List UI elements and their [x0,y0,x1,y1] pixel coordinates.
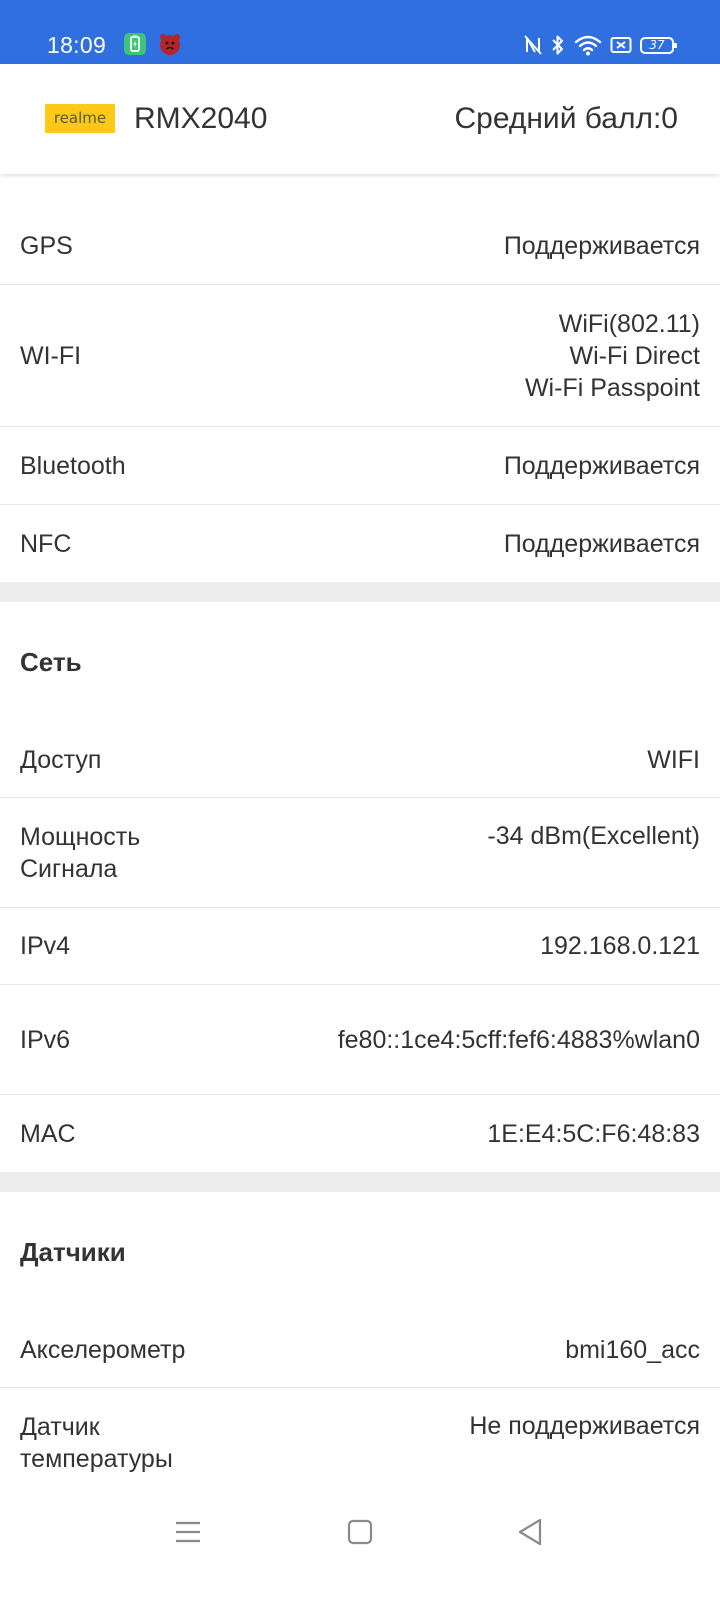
navigation-bar [0,1492,720,1600]
battery-level: 37 [649,37,665,52]
row-gps: GPS Поддерживается [0,208,720,285]
back-button[interactable] [508,1510,552,1554]
row-label: Акселерометр [20,1335,186,1364]
home-icon [347,1519,373,1545]
row-label: Bluetooth [20,451,126,480]
row-accelerometer: Акселерометр bmi160_acc [0,1312,720,1388]
row-value: 1E:E4:5C:F6:48:83 [487,1119,700,1148]
wifi-passpoint: Wi-Fi Passpoint [524,373,700,402]
bluetooth-icon [552,35,563,55]
row-value: fe80::1ce4:5cff:fef6:4883%wlan0 [337,1025,700,1054]
row-value: WIFI [647,745,700,774]
row-ipv6: IPv6 fe80::1ce4:5cff:fef6:4883%wlan0 [0,985,720,1095]
row-access: Доступ WIFI [0,722,720,798]
status-bar: 18:09 37 [0,0,720,64]
section-title-sensors: Датчики [20,1236,126,1267]
row-label: Датчик температуры [20,1413,173,1473]
row-bluetooth: Bluetooth Поддерживается [0,427,720,505]
row-label: GPS [20,232,73,260]
row-label: IPv4 [20,932,71,960]
row-temperature-sensor: Датчик температуры Не поддерживается [0,1388,720,1498]
wifi-standard: WiFi(802.11) [558,309,700,338]
row-mac: MAC 1E:E4:5C:F6:48:83 [0,1095,720,1172]
section-divider [0,1172,720,1192]
nfc-icon [524,35,542,55]
home-button[interactable] [338,1510,382,1554]
row-value: Поддерживается [503,232,700,260]
row-value: Не поддерживается [469,1412,700,1440]
row-wifi: WI-FI WiFi(802.11) Wi-Fi Direct Wi-Fi Pa… [0,285,720,427]
row-label: NFC [20,529,72,558]
row-value: -34 dBm(Excellent) [487,822,700,850]
row-label: Мощность Сигнала [20,822,141,883]
average-score: Средний балл:0 [454,102,678,135]
wifi-icon [574,35,602,56]
row-label: IPv6 [20,1025,71,1054]
row-nfc: NFC Поддерживается [0,505,720,582]
row-label: MAC [20,1119,76,1148]
app-header: realme RMX2040 Средний балл:0 [0,64,720,174]
device-model: RMX2040 [134,102,268,135]
row-value: WiFi(802.11) Wi-Fi Direct Wi-Fi Passpoin… [525,308,700,404]
row-label: WI-FI [20,341,82,370]
row-ipv4: IPv4 192.168.0.121 [0,908,720,985]
wifi-direct: Wi-Fi Direct [569,341,700,370]
row-value: 192.168.0.121 [540,932,700,960]
row-value: bmi160_acc [565,1335,700,1364]
row-value: Поддерживается [503,451,700,480]
row-value: Поддерживается [503,529,700,558]
section-divider [0,582,720,602]
details-list: GPS Поддерживается WI-FI WiFi(802.11) Wi… [0,174,720,1498]
status-time: 18:09 [47,32,107,58]
status-icons: 37 [524,32,677,58]
realme-logo: realme [45,104,115,133]
row-label: Доступ [20,745,102,774]
section-title-network: Сеть [20,646,82,677]
menu-icon [176,1521,200,1543]
battery-saver-icon [124,33,146,55]
battery-icon: 37 [640,36,677,54]
sim-icon [610,37,632,53]
back-icon [518,1518,542,1546]
row-signal-strength: Мощность Сигнала -34 dBm(Excellent) [0,798,720,908]
app-notification-icon [160,34,180,55]
menu-button[interactable] [166,1510,210,1554]
